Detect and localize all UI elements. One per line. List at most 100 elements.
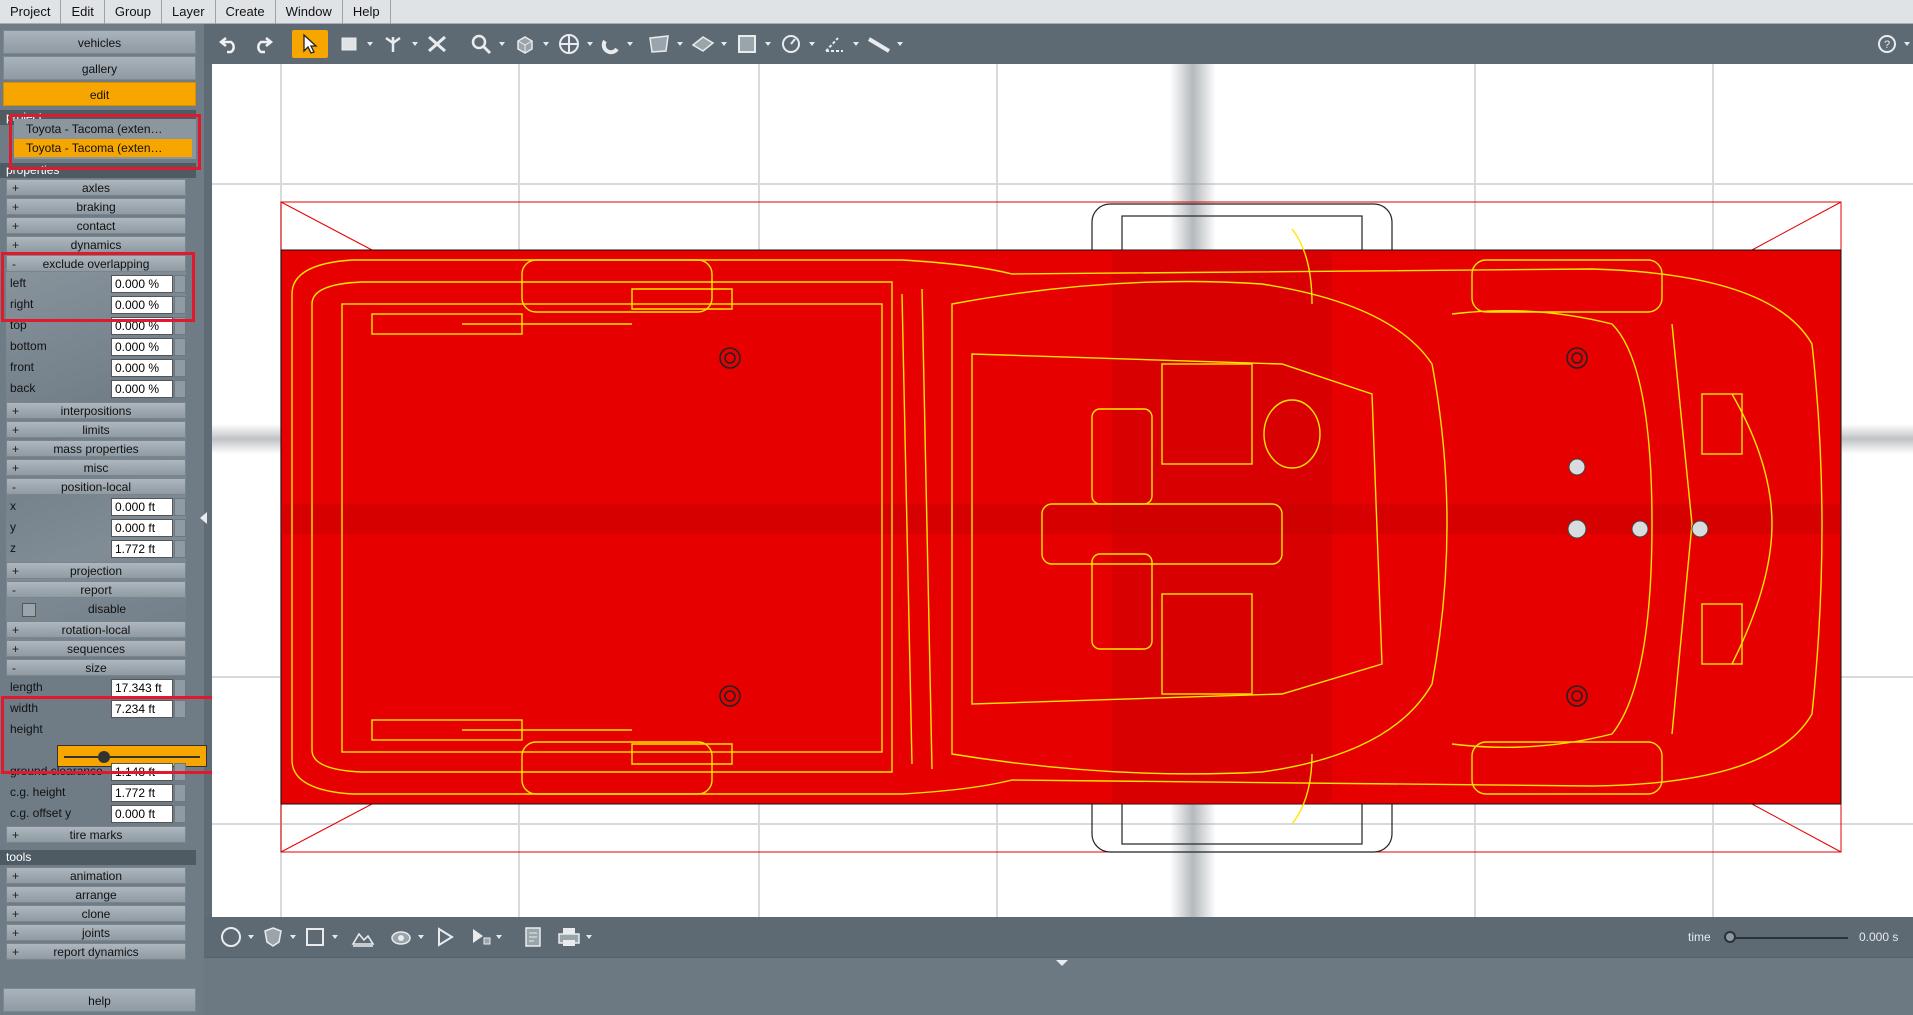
spin-button[interactable] [174, 359, 186, 377]
chevron-down-icon[interactable] [897, 42, 903, 46]
prop-back-input[interactable]: 0.000 % [111, 380, 173, 398]
collapse-panel-icon[interactable] [200, 512, 207, 524]
chevron-down-icon[interactable] [367, 42, 373, 46]
delete-icon[interactable] [422, 30, 452, 58]
menu-edit[interactable]: Edit [61, 0, 105, 24]
group-rotation-local[interactable]: + rotation-local [6, 621, 186, 638]
ruler-icon[interactable] [864, 30, 894, 58]
group-misc[interactable]: + misc [6, 459, 186, 476]
help-circle-icon[interactable]: ? [1872, 30, 1902, 58]
chevron-down-icon[interactable] [765, 42, 771, 46]
group-braking[interactable]: + braking [6, 198, 186, 215]
group-report[interactable]: - report [6, 581, 186, 598]
menu-project[interactable]: Project [0, 0, 62, 24]
group-interpositions[interactable]: + interpositions [6, 402, 186, 419]
magnet-icon[interactable] [596, 30, 626, 58]
prop-front-input[interactable]: 0.000 % [111, 359, 173, 377]
select-tool-icon[interactable] [292, 30, 328, 58]
3d-viewport[interactable] [212, 64, 1913, 917]
prop-y-input[interactable]: 0.000 ft [111, 519, 173, 537]
menu-help[interactable]: Help [343, 0, 391, 24]
group-dynamics[interactable]: + dynamics [6, 236, 186, 253]
group-sequences[interactable]: + sequences [6, 640, 186, 657]
vehicle-view-icon[interactable] [644, 30, 674, 58]
tool-animation[interactable]: + animation [6, 867, 186, 884]
camera-icon[interactable] [386, 923, 416, 951]
undo-icon[interactable] [214, 30, 244, 58]
prop-bottom-input[interactable]: 0.000 % [111, 338, 173, 356]
edit-button[interactable]: edit [3, 82, 196, 106]
spin-button[interactable] [174, 519, 186, 537]
group-size[interactable]: - size [6, 659, 186, 676]
group-tire-marks[interactable]: + tire marks [6, 826, 186, 843]
chevron-down-icon[interactable] [499, 42, 505, 46]
pan-icon[interactable] [554, 30, 584, 58]
play-icon[interactable] [430, 923, 460, 951]
measure-angle-icon[interactable] [820, 30, 850, 58]
spin-button[interactable] [174, 540, 186, 558]
terrain-icon[interactable] [348, 923, 378, 951]
help-button[interactable]: help [3, 988, 196, 1012]
chevron-down-icon[interactable] [586, 935, 592, 939]
group-limits[interactable]: + limits [6, 421, 186, 438]
time-slider-knob[interactable] [1724, 931, 1736, 943]
spin-button[interactable] [174, 380, 186, 398]
spin-button[interactable] [174, 498, 186, 516]
fork-tool-icon[interactable] [378, 30, 408, 58]
tool-arrange[interactable]: + arrange [6, 886, 186, 903]
prop-length-input[interactable]: 17.343 ft [111, 679, 173, 697]
frame-icon[interactable] [732, 30, 762, 58]
menu-group[interactable]: Group [105, 0, 163, 24]
chevron-down-icon[interactable] [332, 935, 338, 939]
step-icon[interactable] [466, 923, 496, 951]
square-icon[interactable] [300, 923, 330, 951]
menu-layer[interactable]: Layer [162, 0, 216, 24]
prop-cg-height-input[interactable]: 1.772 ft [111, 784, 173, 802]
expand-panel-icon[interactable] [1056, 960, 1068, 966]
chevron-down-icon[interactable] [587, 42, 593, 46]
chevron-down-icon[interactable] [412, 42, 418, 46]
prop-cg-offset-y-input[interactable]: 0.000 ft [111, 805, 173, 823]
chevron-down-icon[interactable] [853, 42, 859, 46]
group-contact[interactable]: + contact [6, 217, 186, 234]
prop-z-input[interactable]: 1.772 ft [111, 540, 173, 558]
chevron-down-icon[interactable] [677, 42, 683, 46]
tool-report-dynamics[interactable]: + report dynamics [6, 943, 186, 960]
vehicles-button[interactable]: vehicles [3, 30, 196, 54]
group-projection[interactable]: + projection [6, 562, 186, 579]
group-mass-properties[interactable]: + mass properties [6, 440, 186, 457]
spin-button[interactable] [174, 805, 186, 823]
spin-button[interactable] [174, 338, 186, 356]
chevron-down-icon[interactable] [1904, 42, 1910, 46]
print-icon[interactable] [554, 923, 584, 951]
rectangle-select-icon[interactable] [334, 30, 364, 58]
chevron-down-icon[interactable] [290, 935, 296, 939]
redo-icon[interactable] [248, 30, 278, 58]
sphere-icon[interactable] [216, 923, 246, 951]
cube-view-icon[interactable] [510, 30, 540, 58]
group-axles[interactable]: + axles [6, 179, 186, 196]
spin-button[interactable] [174, 679, 186, 697]
plane-icon[interactable] [688, 30, 718, 58]
chevron-down-icon[interactable] [543, 42, 549, 46]
spin-button[interactable] [174, 784, 186, 802]
time-slider-track[interactable] [1728, 937, 1848, 939]
menu-window[interactable]: Window [276, 0, 343, 24]
chevron-down-icon[interactable] [496, 935, 502, 939]
prop-x-input[interactable]: 0.000 ft [111, 498, 173, 516]
chevron-down-icon[interactable] [418, 935, 424, 939]
chevron-down-icon[interactable] [721, 42, 727, 46]
chevron-down-icon[interactable] [627, 42, 633, 46]
group-position-local[interactable]: - position-local [6, 478, 186, 495]
shield-icon[interactable] [258, 923, 288, 951]
zoom-icon[interactable] [466, 30, 496, 58]
gauge-icon[interactable] [776, 30, 806, 58]
chevron-down-icon[interactable] [809, 42, 815, 46]
disable-checkbox[interactable] [22, 603, 36, 617]
gallery-button[interactable]: gallery [3, 56, 196, 80]
tool-joints[interactable]: + joints [6, 924, 186, 941]
tool-clone[interactable]: + clone [6, 905, 186, 922]
chevron-down-icon[interactable] [248, 935, 254, 939]
report-icon[interactable] [518, 923, 548, 951]
menu-create[interactable]: Create [216, 0, 276, 24]
